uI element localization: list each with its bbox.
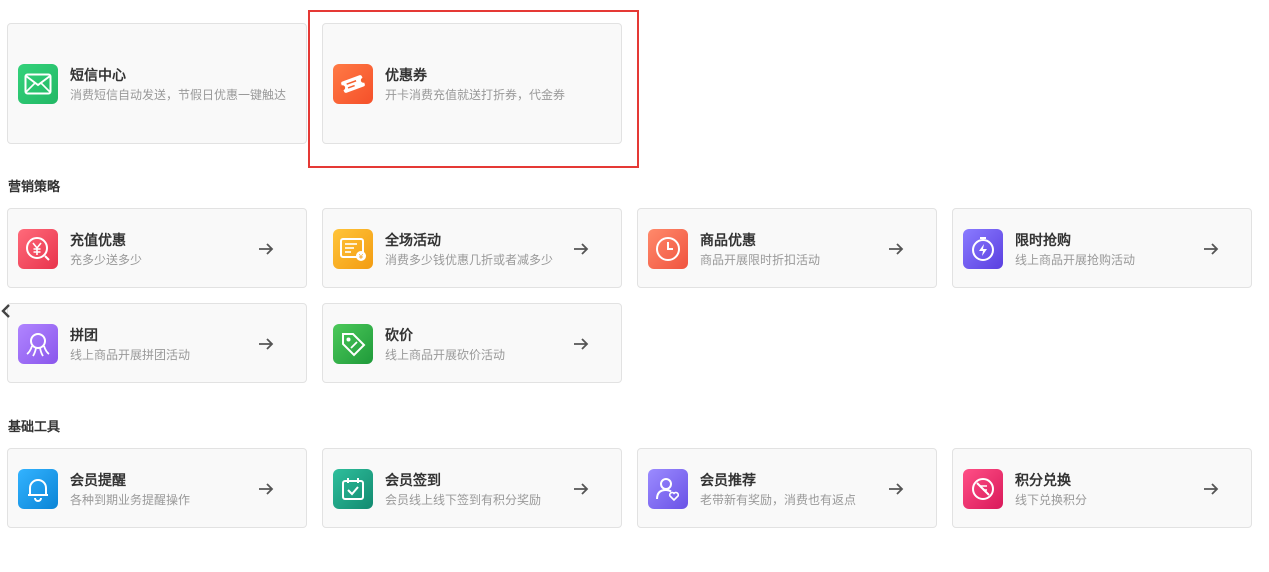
card-description: 线上商品开展抢购活动 <box>1015 253 1136 267</box>
card-title: 会员提醒 <box>70 473 126 489</box>
card-flash-sale[interactable]: 限时抢购 线上商品开展抢购活动 <box>952 208 1252 288</box>
card-description: 线上商品开展拼团活动 <box>70 348 191 362</box>
card-store-activity[interactable]: ¥ 全场活动 消费多少钱优惠几折或者减多少 <box>322 208 622 288</box>
card-title: 短信中心 <box>70 68 126 84</box>
svg-text:¥: ¥ <box>359 253 364 261</box>
card-description: 线下兑换积分 <box>1015 493 1088 507</box>
arrow-right-icon[interactable] <box>257 240 275 258</box>
arrow-right-icon[interactable] <box>887 240 905 258</box>
card-description: 各种到期业务提醒操作 <box>70 493 191 507</box>
chevron-left-icon[interactable] <box>0 303 12 319</box>
card-title: 限时抢购 <box>1015 233 1071 249</box>
exchange-icon <box>963 469 1003 509</box>
card-title: 砍价 <box>385 328 413 344</box>
card-description: 会员线上线下签到有积分奖励 <box>385 493 542 507</box>
card-group-buy[interactable]: 拼团 线上商品开展拼团活动 <box>7 303 307 383</box>
arrow-right-icon[interactable] <box>257 335 275 353</box>
arrow-right-icon[interactable] <box>572 240 590 258</box>
tag-icon <box>333 324 373 364</box>
card-title: 会员推荐 <box>700 473 756 489</box>
arrow-right-icon[interactable] <box>572 335 590 353</box>
card-recharge-discount[interactable]: 充值优惠 充多少送多少 <box>7 208 307 288</box>
card-member-referral[interactable]: 会员推荐 老带新有奖励，消费也有返点 <box>637 448 937 528</box>
card-description: 开卡消费充值就送打折券，代金券 <box>385 88 566 102</box>
envelope-icon <box>18 64 58 104</box>
section-title-basic-tools: 基础工具 <box>8 420 61 435</box>
arrow-right-icon[interactable] <box>887 480 905 498</box>
card-product-discount[interactable]: 商品优惠 商品开展限时折扣活动 <box>637 208 937 288</box>
card-title: 会员签到 <box>385 473 441 489</box>
card-description: 消费短信自动发送，节假日优惠一键触达 <box>70 88 287 102</box>
lightning-stopwatch-icon <box>963 229 1003 269</box>
card-title: 全场活动 <box>385 233 441 249</box>
arrow-right-icon[interactable] <box>1202 240 1220 258</box>
arrow-right-icon[interactable] <box>1202 480 1220 498</box>
section-title-marketing: 营销策略 <box>8 180 61 195</box>
card-title: 拼团 <box>70 328 98 344</box>
bell-icon <box>18 469 58 509</box>
card-points-exchange[interactable]: 积分兑换 线下兑换积分 <box>952 448 1252 528</box>
card-title: 商品优惠 <box>700 233 756 249</box>
user-heart-icon <box>648 469 688 509</box>
card-title: 积分兑换 <box>1015 473 1071 489</box>
card-member-reminder[interactable]: 会员提醒 各种到期业务提醒操作 <box>7 448 307 528</box>
card-title: 充值优惠 <box>70 233 126 249</box>
card-coupon[interactable]: 优惠券 开卡消费充值就送打折券，代金券 <box>322 23 622 144</box>
receipt-icon: ¥ <box>333 229 373 269</box>
card-sms-center[interactable]: 短信中心 消费短信自动发送，节假日优惠一键触达 <box>7 23 307 144</box>
card-bargain[interactable]: 砍价 线上商品开展砍价活动 <box>322 303 622 383</box>
card-description: 线上商品开展砍价活动 <box>385 348 506 362</box>
card-description: 充多少送多少 <box>70 253 143 267</box>
card-description: 老带新有奖励，消费也有返点 <box>700 493 857 507</box>
yen-coin-icon <box>18 229 58 269</box>
group-icon <box>18 324 58 364</box>
calendar-check-icon <box>333 469 373 509</box>
arrow-right-icon[interactable] <box>572 480 590 498</box>
card-description: 消费多少钱优惠几折或者减多少 <box>385 253 554 267</box>
clock-icon <box>648 229 688 269</box>
arrow-right-icon[interactable] <box>257 480 275 498</box>
card-description: 商品开展限时折扣活动 <box>700 253 821 267</box>
card-title: 优惠券 <box>385 68 427 84</box>
ticket-icon <box>333 64 373 104</box>
card-member-checkin[interactable]: 会员签到 会员线上线下签到有积分奖励 <box>322 448 622 528</box>
